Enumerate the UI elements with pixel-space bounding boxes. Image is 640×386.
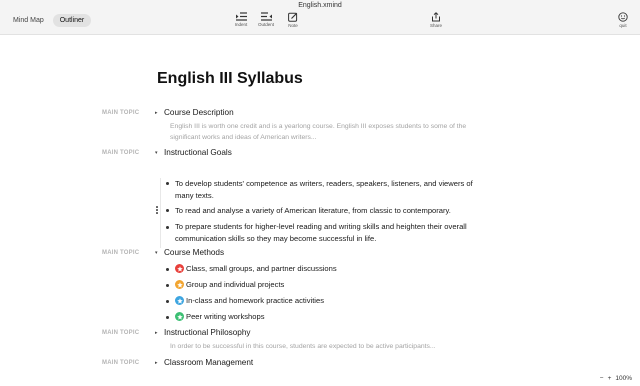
topic-instructional-goals[interactable]: Instructional Goals [164,148,232,157]
expand-arrow-icon[interactable]: ▾ [155,150,158,156]
indent-guide [160,178,161,248]
share-label: Share [429,23,442,28]
subtopic-method-2[interactable]: Group and individual projects [186,280,284,289]
tab-mind-map[interactable]: Mind Map [6,14,51,27]
tab-outliner[interactable]: Outliner [52,14,92,27]
document-title[interactable]: English III Syllabus [157,70,303,88]
star-icon [175,280,184,289]
outdent-icon [260,12,272,21]
subtopic-goal-2[interactable]: To read and analyse a variety of America… [175,205,480,217]
star-icon [175,312,184,321]
collapse-arrow-icon[interactable]: ▸ [155,330,158,336]
indent-icon [235,12,247,21]
collapse-arrow-icon[interactable]: ▸ [155,110,158,116]
main-topic-label: MAIN TOPIC [102,330,140,336]
bullet-icon [166,268,169,271]
share-icon [432,12,440,22]
indent-button[interactable]: Indent [228,12,254,32]
quit-button[interactable]: quit [610,12,636,32]
subtopic-goal-1[interactable]: To develop students' competence as write… [175,178,480,202]
topic-course-description[interactable]: Course Description [164,108,234,117]
main-topic-label: MAIN TOPIC [102,110,140,116]
bullet-icon [166,300,169,303]
main-topic-label: MAIN TOPIC [102,150,140,156]
star-icon [175,296,184,305]
bullet-icon [166,226,169,229]
main-topic-label: MAIN TOPIC [102,360,140,366]
zoom-level[interactable]: 100% [615,375,632,382]
zoom-out-button[interactable]: − [600,375,604,382]
smiley-icon [618,12,628,22]
quit-label: quit [619,23,627,28]
drag-handle-icon[interactable] [156,206,158,215]
expand-arrow-icon[interactable]: ▾ [155,250,158,256]
topic-course-methods[interactable]: Course Methods [164,248,224,257]
indent-label: Indent [234,22,248,27]
zoom-control: − + 100% [600,375,632,382]
note-label: Note [288,23,298,28]
note-button[interactable]: Note [280,12,306,32]
bullet-icon [166,182,169,185]
view-switch: Mind Map Outliner [6,14,92,27]
topic-note[interactable]: English III is worth one credit and is a… [170,121,490,143]
subtopic-goal-3[interactable]: To prepare students for higher-level rea… [175,221,480,245]
main-topic-label: MAIN TOPIC [102,250,140,256]
bullet-icon [166,284,169,287]
topic-instructional-philosophy[interactable]: Instructional Philosophy [164,328,250,337]
toolbar: English.xmind Mind Map Outliner Indent O… [0,0,640,35]
outdent-button[interactable]: Outdent [253,12,279,32]
note-icon [288,12,298,22]
zoom-in-button[interactable]: + [608,375,612,382]
window-title: English.xmind [298,2,342,9]
share-button[interactable]: Share [423,12,449,32]
bullet-icon [166,316,169,319]
subtopic-method-3[interactable]: In-class and homework practice activitie… [186,296,324,305]
collapse-arrow-icon[interactable]: ▸ [155,360,158,366]
outdent-label: Outdent [257,22,274,27]
subtopic-method-4[interactable]: Peer writing workshops [186,312,265,321]
bullet-icon [166,209,169,212]
topic-note[interactable]: In order to be successful in this course… [170,341,490,352]
subtopic-method-1[interactable]: Class, small groups, and partner discuss… [186,264,337,273]
star-icon [175,264,184,273]
topic-classroom-management[interactable]: Classroom Management [164,358,253,367]
